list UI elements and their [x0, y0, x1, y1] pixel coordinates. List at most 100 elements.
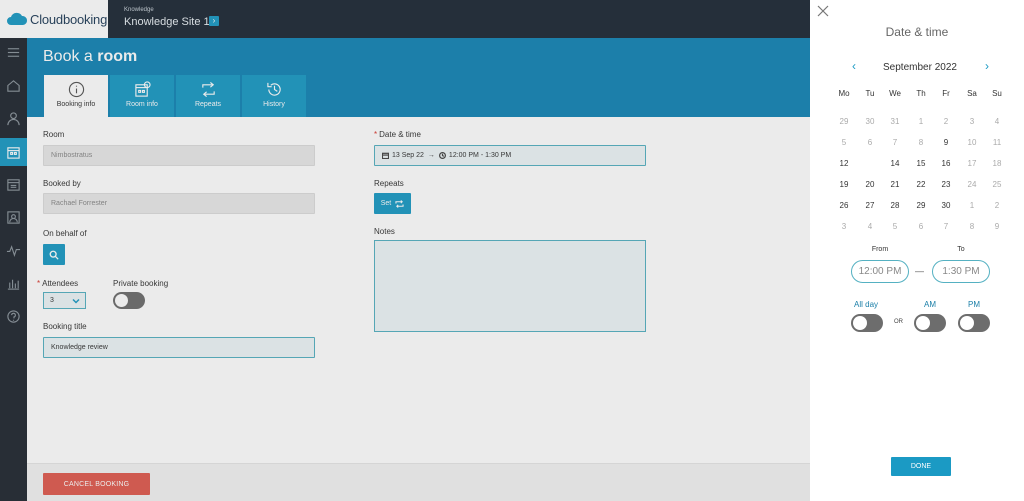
tab-booking-info[interactable]: Booking info — [44, 75, 108, 117]
tab-room-info[interactable]: Room info — [110, 75, 174, 117]
attendees-label: * Attendees — [37, 279, 78, 288]
calendar-day-selected[interactable]: 13 — [860, 155, 880, 172]
calendar-day[interactable]: 16 — [936, 156, 956, 172]
calendar-day[interactable]: 12 — [834, 156, 854, 172]
calendar-day-number: 2 — [994, 201, 1000, 210]
calendar-day[interactable]: 2 — [936, 114, 956, 130]
calendar-day-number: 31 — [890, 117, 900, 126]
am-label: AM — [924, 300, 936, 309]
calendar-day-number: 10 — [967, 138, 977, 147]
calendar-day[interactable]: 22 — [911, 177, 931, 193]
calendar-day[interactable]: 31 — [885, 114, 905, 130]
chevron-left-icon[interactable]: ‹ — [849, 60, 859, 72]
arrow-right-icon: → — [427, 152, 435, 159]
reports-icon[interactable] — [0, 269, 27, 297]
calendar-day[interactable]: 28 — [885, 198, 905, 214]
room-booking-icon[interactable] — [0, 138, 27, 166]
calendar-day[interactable]: 29 — [911, 198, 931, 214]
calendar-day[interactable]: 2 — [987, 198, 1007, 214]
toggle-knob — [853, 316, 867, 330]
chevron-right-icon[interactable]: › — [982, 60, 992, 72]
calendar-day[interactable]: 8 — [911, 135, 931, 151]
private-booking-toggle[interactable] — [113, 292, 145, 309]
booking-title-input[interactable]: Knowledge review — [43, 337, 315, 358]
done-button[interactable]: DONE — [891, 457, 951, 476]
calendar-day[interactable]: 9 — [987, 219, 1007, 235]
repeat-icon — [200, 81, 217, 98]
calendar-day[interactable]: 1 — [962, 198, 982, 214]
calendar-day[interactable]: 29 — [834, 114, 854, 130]
calendar-day[interactable]: 3 — [834, 219, 854, 235]
calendar-day[interactable]: 7 — [936, 219, 956, 235]
breadcrumb-site[interactable]: Knowledge Site 1 — [124, 16, 210, 28]
all-day-toggle[interactable] — [851, 314, 883, 332]
calendar-day[interactable]: 1 — [911, 114, 931, 130]
calendar-day-number: 23 — [941, 180, 951, 189]
calendar-day[interactable]: 5 — [885, 219, 905, 235]
menu-icon[interactable] — [0, 38, 27, 66]
calendar-day-number: 24 — [967, 180, 977, 189]
site-switch-button[interactable]: › — [209, 16, 219, 26]
calendar-day[interactable]: 30 — [936, 198, 956, 214]
calendar-day-number: 3 — [969, 117, 975, 126]
close-icon[interactable] — [817, 4, 829, 17]
left-nav — [0, 38, 27, 501]
from-time-input[interactable]: 12:00 PM — [851, 260, 909, 283]
tab-repeats[interactable]: Repeats — [176, 75, 240, 117]
user-icon[interactable] — [0, 104, 27, 132]
to-time-input[interactable]: 1:30 PM — [932, 260, 990, 283]
tab-history[interactable]: History — [242, 75, 306, 117]
calendar-day[interactable]: 4 — [860, 219, 880, 235]
calendar-day[interactable]: 11 — [987, 135, 1007, 151]
calendar-day-number: 21 — [890, 180, 900, 189]
calendar-day[interactable]: 30 — [860, 114, 880, 130]
calendar-day-number: 25 — [992, 180, 1002, 189]
home-icon[interactable] — [0, 71, 27, 99]
activity-icon[interactable] — [0, 236, 27, 264]
cancel-booking-button[interactable]: CANCEL BOOKING — [43, 473, 150, 495]
notes-textarea[interactable] — [374, 240, 646, 332]
calendar-day[interactable]: 15 — [911, 156, 931, 172]
calendar-day[interactable]: 9 — [936, 135, 956, 151]
top-header: Cloudbooking Knowledge Knowledge Site 1 … — [0, 0, 810, 38]
from-label: From — [871, 246, 889, 253]
calendar-day[interactable]: 6 — [860, 135, 880, 151]
calendar-day-number: 8 — [969, 222, 975, 231]
weekday-header: Fr — [942, 89, 950, 98]
calendar-day[interactable]: 23 — [936, 177, 956, 193]
calendar-day[interactable]: 4 — [987, 114, 1007, 130]
datetime-panel — [810, 0, 1024, 501]
calendar-day[interactable]: 19 — [834, 177, 854, 193]
attendees-select[interactable]: 3 — [43, 292, 86, 309]
calendar-day[interactable]: 7 — [885, 135, 905, 151]
calendar-day[interactable]: 8 — [962, 219, 982, 235]
calendar-day-number: 12 — [839, 159, 849, 168]
weekday-header: We — [889, 89, 901, 98]
pm-toggle[interactable] — [958, 314, 990, 332]
calendar-day[interactable]: 18 — [987, 156, 1007, 172]
calendar-day[interactable]: 21 — [885, 177, 905, 193]
calendar-day[interactable]: 5 — [834, 135, 854, 151]
calendar-day[interactable]: 17 — [962, 156, 982, 172]
toggle-knob — [916, 316, 930, 330]
calendar-day[interactable]: 26 — [834, 198, 854, 214]
calendar-day[interactable]: 3 — [962, 114, 982, 130]
on-behalf-search-button[interactable] — [43, 244, 65, 265]
calendar-day[interactable]: 6 — [911, 219, 931, 235]
info-icon — [68, 81, 85, 98]
calendar-day-number: 5 — [841, 138, 847, 147]
repeats-set-button[interactable]: Set — [374, 193, 411, 214]
help-icon[interactable] — [0, 302, 27, 330]
contact-card-icon[interactable] — [0, 203, 27, 231]
clock-icon — [438, 152, 446, 159]
calendar-day[interactable]: 24 — [962, 177, 982, 193]
calendar-day[interactable]: 10 — [962, 135, 982, 151]
datetime-field[interactable]: 13 Sep 22 → 12:00 PM - 1:30 PM — [374, 145, 646, 166]
calendar-day[interactable]: 14 — [885, 156, 905, 172]
calendar-day[interactable]: 25 — [987, 177, 1007, 193]
am-toggle[interactable] — [914, 314, 946, 332]
logo[interactable]: Cloudbooking — [0, 0, 108, 38]
calendar-icon[interactable] — [0, 170, 27, 198]
calendar-day[interactable]: 20 — [860, 177, 880, 193]
calendar-day[interactable]: 27 — [860, 198, 880, 214]
